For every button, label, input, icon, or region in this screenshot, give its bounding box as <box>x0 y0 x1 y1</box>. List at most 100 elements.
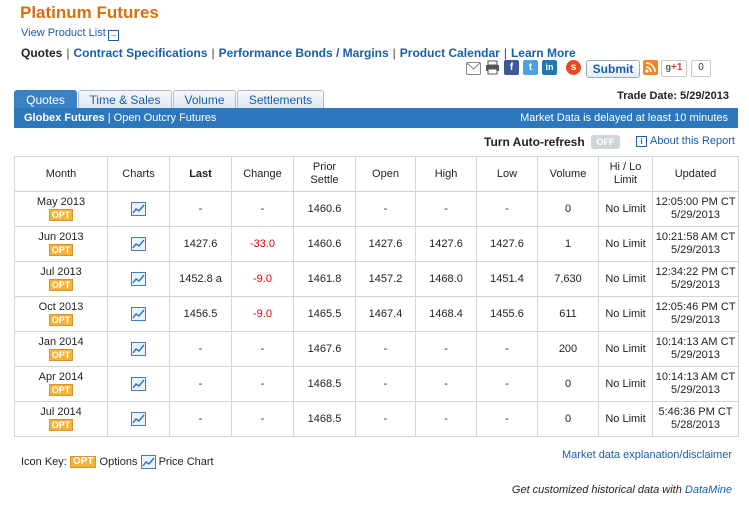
tab-quotes[interactable]: Quotes <box>14 90 77 109</box>
table-row: Jul 2013 OPT 1452.8 a -9.0 1461.8 1457.2 1468.… <box>14 261 739 297</box>
table-row: Jul 2014 OPT - -1468.5- - -0 No Limit 5:46:36 P… <box>14 401 739 437</box>
cell-limit: No Limit <box>598 366 653 402</box>
print-icon[interactable] <box>485 60 500 75</box>
disclaimer-link[interactable]: Market data explanation/disclaimer <box>562 449 732 461</box>
cell-low: - <box>476 331 538 367</box>
about-report-label: About this Report <box>650 135 735 147</box>
cell-change: -9.0 <box>231 261 294 297</box>
cell-volume: 0 <box>537 191 599 227</box>
google-plus-label: +1 <box>671 62 683 73</box>
facebook-icon[interactable]: f <box>504 60 519 75</box>
view-product-list-link[interactable]: View Product List → <box>21 27 119 41</box>
cell-month: Jun 2013 OPT <box>14 226 108 262</box>
cell-updated: 10:14:13 AM CT 5/29/2013 <box>652 331 739 367</box>
cell-high: 1468.4 <box>415 296 477 332</box>
cell-prior-settle: 1465.5 <box>293 296 356 332</box>
cell-change: -33.0 <box>231 226 294 262</box>
cell-limit: No Limit <box>598 296 653 332</box>
cell-last: 1452.8 a <box>169 261 232 297</box>
table-row: Oct 2013 OPT 1456.5 -9.0 1465.5 1467.4 1468.4 1… <box>14 296 739 332</box>
cell-volume: 0 <box>537 366 599 402</box>
subnav-separator: | <box>107 112 111 124</box>
month-label: May 2013 <box>36 196 86 208</box>
submit-button[interactable]: Submit <box>586 60 640 78</box>
cell-prior-settle: 1461.8 <box>293 261 356 297</box>
table-row: Apr 2014 OPT - -1468.5- - -0 No Limit 10:14:13 … <box>14 366 739 402</box>
email-icon[interactable] <box>466 62 481 75</box>
tab-volume[interactable]: Volume <box>173 90 236 109</box>
nav-quotes[interactable]: Quotes <box>21 46 62 60</box>
cell-prior-settle: 1468.5 <box>293 366 356 402</box>
cell-volume: 0 <box>537 401 599 437</box>
google-plus-button[interactable]: g+1 <box>661 60 687 77</box>
nav-performance-bonds[interactable]: Performance Bonds / Margins <box>219 46 389 60</box>
table-header-row: Month Charts Last Change Prior Settle Op… <box>14 156 739 192</box>
page-title: Platinum Futures <box>20 3 159 22</box>
cell-high: 1427.6 <box>415 226 477 262</box>
updated-date: 5/29/2013 <box>671 314 720 326</box>
price-chart-icon[interactable] <box>131 377 146 391</box>
nav-product-calendar[interactable]: Product Calendar <box>400 46 500 60</box>
auto-refresh-label: Turn Auto-refresh <box>484 135 585 149</box>
cell-open: - <box>355 366 416 402</box>
cell-low: 1455.6 <box>476 296 538 332</box>
cell-limit: No Limit <box>598 261 653 297</box>
cell-last: 1427.6 <box>169 226 232 262</box>
cell-chart <box>107 366 170 402</box>
nav-learn-more[interactable]: Learn More <box>511 46 576 60</box>
opt-icon[interactable]: OPT <box>48 419 74 431</box>
linkedin-icon[interactable]: in <box>542 60 557 75</box>
updated-time: 12:05:00 PM CT <box>655 196 736 208</box>
nav-contract-specifications[interactable]: Contract Specifications <box>73 46 207 60</box>
datamine-link[interactable]: DataMine <box>685 484 732 496</box>
cell-month: Jul 2013 OPT <box>14 261 108 297</box>
opt-icon[interactable]: OPT <box>48 349 74 361</box>
opt-icon[interactable]: OPT <box>48 209 74 221</box>
globex-futures-link[interactable]: Globex Futures <box>24 112 105 124</box>
cell-volume: 200 <box>537 331 599 367</box>
cell-chart <box>107 226 170 262</box>
opt-icon[interactable]: OPT <box>48 279 74 291</box>
cell-last: - <box>169 331 232 367</box>
nav-separator: | <box>503 46 507 60</box>
cell-prior-settle: 1460.6 <box>293 191 356 227</box>
price-chart-icon[interactable] <box>131 237 146 251</box>
cell-volume: 7,630 <box>537 261 599 297</box>
updated-time: 10:14:13 AM CT <box>655 371 736 383</box>
cell-updated: 5:46:36 PM CT 5/28/2013 <box>652 401 739 437</box>
month-label: Apr 2014 <box>38 371 84 383</box>
stumbleupon-icon[interactable]: s <box>566 60 581 75</box>
price-chart-icon[interactable] <box>131 342 146 356</box>
opt-icon[interactable]: OPT <box>48 314 74 326</box>
cell-volume: 1 <box>537 226 599 262</box>
icon-key-options: Options <box>99 455 138 468</box>
tab-settlements[interactable]: Settlements <box>237 90 324 109</box>
opt-icon[interactable]: OPT <box>48 244 74 256</box>
cell-chart <box>107 261 170 297</box>
tab-time-and-sales[interactable]: Time & Sales <box>78 90 172 109</box>
col-prior-settle: Prior Settle <box>293 156 356 192</box>
cell-limit: No Limit <box>598 226 653 262</box>
about-report-link[interactable]: i About this Report <box>636 135 735 147</box>
twitter-icon[interactable]: t <box>523 60 538 75</box>
price-chart-icon[interactable] <box>131 412 146 426</box>
price-chart-icon[interactable] <box>131 202 146 216</box>
price-chart-icon[interactable] <box>131 272 146 286</box>
cell-open: 1427.6 <box>355 226 416 262</box>
rss-icon[interactable] <box>643 60 658 75</box>
cell-change: - <box>231 401 294 437</box>
cell-updated: 12:05:00 PM CT 5/29/2013 <box>652 191 739 227</box>
quotes-table: Month Charts Last Change Prior Settle Op… <box>14 156 739 437</box>
auto-refresh-toggle[interactable]: OFF <box>591 135 620 149</box>
opt-icon[interactable]: OPT <box>48 384 74 396</box>
updated-time: 5:46:36 PM CT <box>658 406 733 418</box>
col-open: Open <box>355 156 416 192</box>
col-volume: Volume <box>537 156 599 192</box>
cell-updated: 10:21:58 AM CT 5/29/2013 <box>652 226 739 262</box>
updated-date: 5/28/2013 <box>671 419 720 431</box>
cell-open: 1467.4 <box>355 296 416 332</box>
col-last: Last <box>169 156 232 192</box>
open-outcry-futures-link[interactable]: Open Outcry Futures <box>114 112 217 124</box>
cell-updated: 10:14:13 AM CT 5/29/2013 <box>652 366 739 402</box>
price-chart-icon[interactable] <box>131 307 146 321</box>
